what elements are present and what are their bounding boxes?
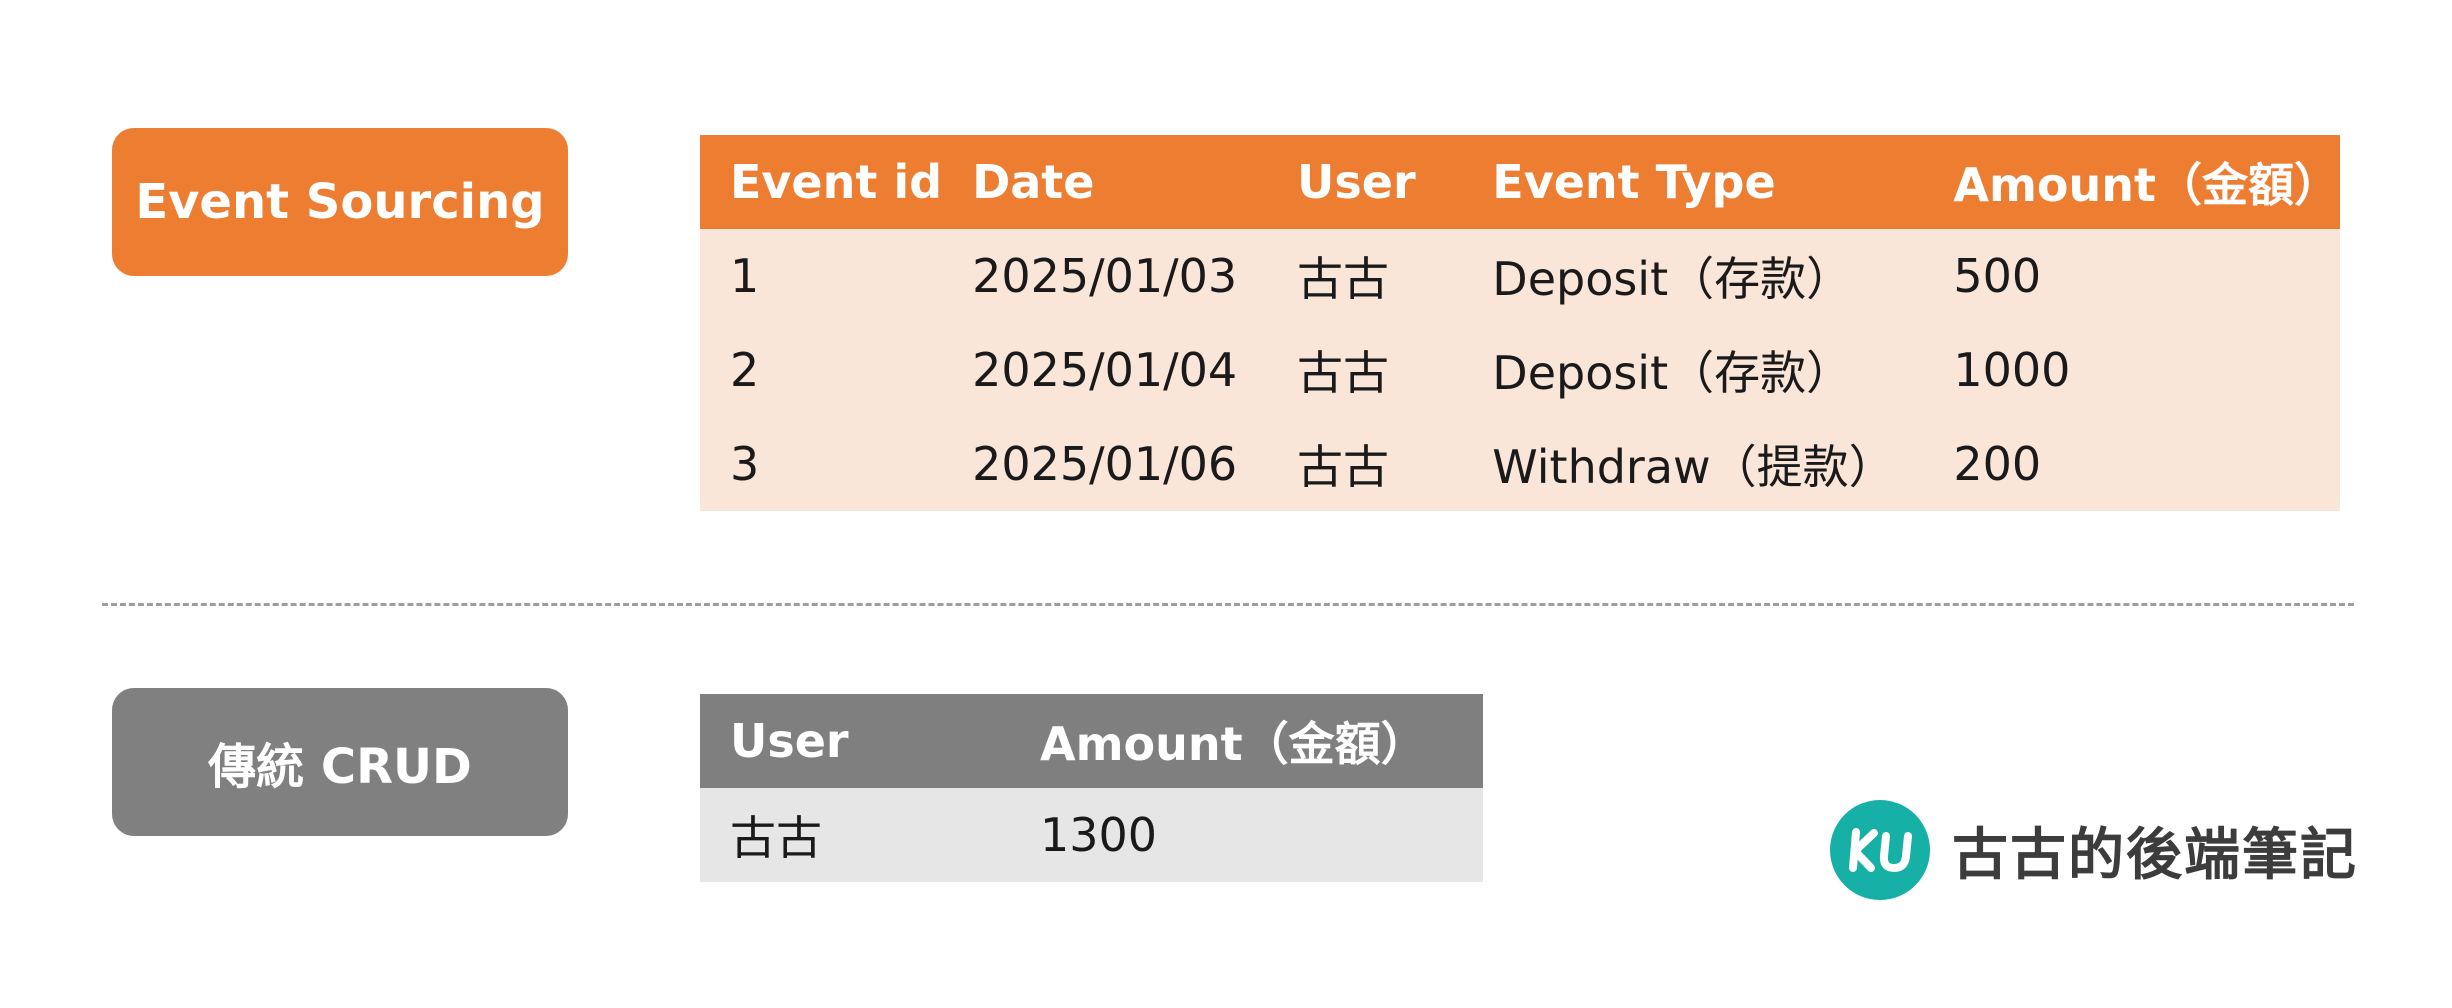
cell-amount: 1300 bbox=[1040, 808, 1158, 862]
diagram-canvas: Event Sourcing Event id Date User Event … bbox=[0, 0, 2452, 1008]
header-event-type: Event Type bbox=[1492, 155, 1776, 209]
table-row: 3 2025/01/06 古古 Withdraw（提款） 200 bbox=[700, 417, 2340, 511]
crud-table: User Amount（金額） 古古 1300 bbox=[700, 694, 1483, 882]
header-user: User bbox=[730, 714, 849, 768]
event-sourcing-label: Event Sourcing bbox=[112, 128, 568, 276]
cell-amount: 500 bbox=[1953, 249, 2042, 303]
cell-date: 2025/01/04 bbox=[972, 343, 1238, 397]
cell-event-id: 2 bbox=[730, 343, 760, 397]
cell-amount: 200 bbox=[1953, 437, 2042, 491]
cell-event-id: 3 bbox=[730, 437, 760, 491]
section-divider bbox=[102, 603, 2354, 606]
cell-user: 古古 bbox=[1297, 346, 1390, 400]
table-header-row: User Amount（金額） bbox=[700, 694, 1483, 788]
header-event-id: Event id bbox=[730, 155, 943, 209]
table-row: 2 2025/01/04 古古 Deposit（存款） 1000 bbox=[700, 323, 2340, 417]
table-row: 1 2025/01/03 古古 Deposit（存款） 500 bbox=[700, 229, 2340, 323]
brand-signature: 古古的後端筆記 bbox=[1830, 800, 2358, 900]
cell-event-type: Deposit（存款） bbox=[1492, 346, 1853, 400]
cell-event-type: Withdraw（提款） bbox=[1492, 440, 1895, 494]
cell-user: 古古 bbox=[1297, 252, 1390, 306]
event-sourcing-table: Event id Date User Event Type Amount（金額）… bbox=[700, 135, 2340, 511]
cell-event-id: 1 bbox=[730, 249, 760, 303]
header-date: Date bbox=[972, 155, 1095, 209]
cell-date: 2025/01/03 bbox=[972, 249, 1238, 303]
header-amount: Amount（金額） bbox=[1953, 158, 2340, 212]
cell-amount: 1000 bbox=[1953, 343, 2071, 397]
brand-name: 古古的後端筆記 bbox=[1952, 822, 2358, 888]
crud-label: 傳統 CRUD bbox=[112, 688, 568, 836]
table-header-row: Event id Date User Event Type Amount（金額） bbox=[700, 135, 2340, 229]
header-user: User bbox=[1297, 155, 1416, 209]
table-row: 古古 1300 bbox=[700, 788, 1483, 882]
cell-user: 古古 bbox=[730, 811, 822, 865]
cell-event-type: Deposit（存款） bbox=[1492, 252, 1853, 306]
header-amount: Amount（金額） bbox=[1040, 717, 1427, 771]
cell-user: 古古 bbox=[1297, 440, 1390, 494]
cell-date: 2025/01/06 bbox=[972, 437, 1238, 491]
ku-logo-glyph bbox=[1849, 828, 1912, 872]
ku-logo-icon bbox=[1830, 800, 1930, 900]
